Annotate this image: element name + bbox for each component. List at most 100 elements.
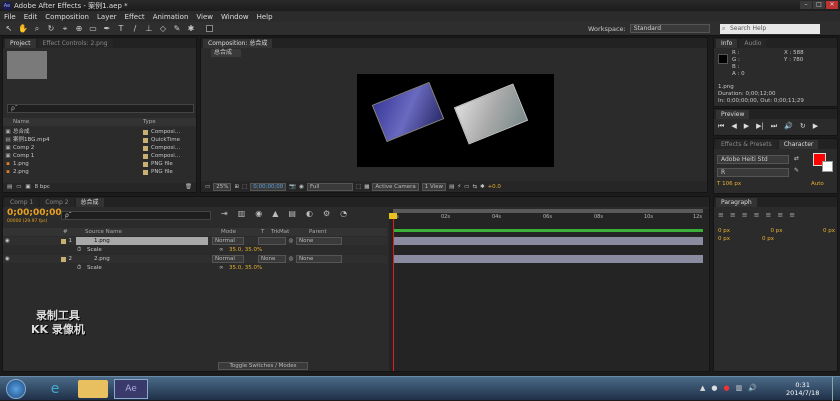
comp-subtab[interactable]: 总合成 bbox=[211, 49, 241, 57]
live-update-icon[interactable]: ▥ bbox=[238, 209, 246, 218]
parent-dropdown[interactable]: None bbox=[296, 255, 342, 263]
indent-left-value[interactable]: 0 px bbox=[718, 227, 730, 235]
justify-center-icon[interactable]: ≡ bbox=[766, 211, 772, 219]
work-area-bar[interactable] bbox=[393, 209, 703, 213]
motion-blur-icon[interactable]: ◐ bbox=[306, 209, 313, 218]
tray-record-icon[interactable]: ● bbox=[724, 384, 730, 392]
tab-audio[interactable]: Audio bbox=[739, 39, 767, 48]
list-item[interactable]: ▣ Comp 2 Composi… bbox=[3, 144, 196, 152]
comp-viewer[interactable] bbox=[357, 74, 554, 167]
image-layer-2[interactable] bbox=[453, 83, 529, 145]
play-icon[interactable]: ▶ bbox=[744, 122, 749, 131]
tab-character[interactable]: Character bbox=[778, 140, 819, 149]
flowchart-icon[interactable]: ⇆ bbox=[472, 184, 477, 190]
audio-icon[interactable]: 🔊 bbox=[784, 122, 793, 131]
pen-tool-icon[interactable]: ✒ bbox=[102, 24, 112, 34]
timeline-search-input[interactable]: ρ˜ bbox=[61, 211, 211, 220]
rotate-tool-icon[interactable]: ↻ bbox=[46, 24, 56, 34]
eyedropper-icon[interactable]: ✎ bbox=[794, 167, 799, 174]
tab-composition[interactable]: Composition: 总合成 bbox=[203, 39, 273, 48]
loop-icon[interactable]: ↻ bbox=[800, 122, 806, 131]
hand-tool-icon[interactable]: ✋ bbox=[18, 24, 28, 34]
trash-icon[interactable]: 🗑 bbox=[185, 183, 192, 192]
new-folder-icon[interactable]: ▭ bbox=[16, 183, 21, 192]
clone-tool-icon[interactable]: ⊥ bbox=[144, 24, 154, 34]
list-item[interactable]: ▪ 2.png PNG file bbox=[3, 168, 196, 176]
prev-frame-icon[interactable]: ◀ bbox=[731, 122, 736, 131]
draft-3d-icon[interactable]: ◉ bbox=[255, 209, 262, 218]
transparency-grid-icon[interactable]: ▦ bbox=[364, 184, 369, 190]
ae-taskbar-icon[interactable]: Ae bbox=[114, 379, 148, 399]
roi-icon[interactable]: ⬚ bbox=[356, 184, 361, 190]
comp-timecode[interactable]: 0;00;00;00 bbox=[250, 182, 287, 191]
layer-row[interactable]: ◉ 2 2.png Normal None ◎ None bbox=[3, 255, 387, 263]
scale-value[interactable]: 35.0, 35.0% bbox=[229, 264, 262, 272]
layer-name-field[interactable]: 1.png bbox=[76, 237, 208, 245]
last-frame-icon[interactable]: ⏭ bbox=[771, 122, 777, 131]
clock-date[interactable]: 2014/7/18 bbox=[786, 389, 819, 397]
text-tool-icon[interactable]: T bbox=[116, 24, 126, 34]
menu-help[interactable]: Help bbox=[257, 13, 273, 21]
justify-left-icon[interactable]: ≡ bbox=[754, 211, 760, 219]
layer-bar-2[interactable] bbox=[393, 255, 703, 263]
playhead[interactable] bbox=[393, 213, 394, 371]
tab-paragraph[interactable]: Paragraph bbox=[716, 198, 757, 207]
trkmat-dropdown[interactable] bbox=[258, 237, 286, 245]
next-frame-icon[interactable]: ▶| bbox=[756, 122, 764, 131]
toggle-pixel-icon[interactable]: ▤ bbox=[449, 184, 454, 190]
menu-file[interactable]: File bbox=[4, 13, 16, 21]
fast-preview-icon[interactable]: ⚡ bbox=[457, 184, 461, 190]
font-dropdown[interactable]: Adobe Heiti Std bbox=[717, 155, 789, 164]
visibility-eye-icon[interactable]: ◉ bbox=[3, 255, 11, 263]
workspace-dropdown[interactable]: Standard bbox=[629, 24, 710, 33]
project-search-input[interactable]: ρ˜ bbox=[7, 104, 194, 113]
indent-first-value[interactable]: 0 px bbox=[823, 227, 835, 235]
selection-tool-icon[interactable]: ↖ bbox=[4, 24, 14, 34]
scale-value[interactable]: 35.0, 35.0% bbox=[229, 246, 262, 254]
start-button[interactable] bbox=[6, 379, 26, 399]
tab-effects-presets[interactable]: Effects & Presets bbox=[716, 140, 777, 149]
tab-project[interactable]: Project bbox=[5, 39, 36, 48]
tab-info[interactable]: Info bbox=[716, 39, 738, 48]
space-after-value[interactable]: 0 px bbox=[762, 235, 774, 243]
new-comp-icon[interactable]: ▣ bbox=[25, 183, 30, 192]
tab-comp-2[interactable]: Comp 2 bbox=[40, 198, 74, 207]
tray-arrow-icon[interactable]: ▲ bbox=[700, 384, 705, 392]
stopwatch-icon[interactable]: ⏱ bbox=[77, 246, 87, 254]
menu-edit[interactable]: Edit bbox=[24, 13, 38, 21]
layer-row[interactable]: ◉ 1 1.png Normal ◎ None bbox=[3, 237, 387, 245]
tab-comp-1[interactable]: Comp 1 bbox=[5, 198, 39, 207]
snapshot-icon[interactable]: 📷 bbox=[289, 184, 296, 190]
explorer-icon[interactable] bbox=[78, 380, 108, 398]
list-item[interactable]: ▪ 1.png PNG file bbox=[3, 160, 196, 168]
align-right-icon[interactable]: ≡ bbox=[742, 211, 748, 219]
layer-property-row[interactable]: ⏱ Scale ∞ 35.0, 35.0% bbox=[3, 246, 387, 254]
exposure-icon[interactable]: ✱ bbox=[480, 184, 485, 190]
menu-window[interactable]: Window bbox=[221, 13, 249, 21]
mode-dropdown[interactable]: Normal bbox=[212, 237, 244, 245]
interpret-icon[interactable]: ▤ bbox=[7, 183, 12, 192]
timeline-icon[interactable]: ▭ bbox=[464, 184, 469, 190]
hide-shy-icon[interactable]: ▲ bbox=[272, 209, 278, 218]
swap-colors-icon[interactable]: ⇄ bbox=[794, 155, 799, 162]
trkmat-dropdown[interactable]: None bbox=[258, 255, 286, 263]
menu-composition[interactable]: Composition bbox=[45, 13, 89, 21]
camera-tool-icon[interactable]: ⌖ bbox=[60, 24, 70, 34]
indent-right-value[interactable]: 0 px bbox=[771, 227, 783, 235]
stroke-color-swatch[interactable] bbox=[822, 161, 833, 172]
resolution-dropdown[interactable]: Full bbox=[306, 182, 353, 191]
tray-app-icon[interactable]: ● bbox=[711, 384, 717, 392]
zoom-tool-icon[interactable]: ⌕ bbox=[32, 24, 42, 34]
close-button[interactable]: ✕ bbox=[826, 1, 838, 9]
composition-mini-flowchart-icon[interactable]: ⇥ bbox=[221, 209, 228, 218]
tab-preview[interactable]: Preview bbox=[716, 110, 750, 119]
tracking-value[interactable]: Auto bbox=[811, 181, 824, 187]
brush-tool-icon[interactable]: / bbox=[130, 24, 140, 34]
search-help-input[interactable]: ⌕ Search Help bbox=[720, 24, 820, 34]
align-left-icon[interactable]: ≡ bbox=[718, 211, 724, 219]
justify-right-icon[interactable]: ≡ bbox=[777, 211, 783, 219]
roto-tool-icon[interactable]: ✎ bbox=[172, 24, 182, 34]
show-desktop-button[interactable] bbox=[832, 377, 840, 401]
brainstorm-icon[interactable]: ⚙ bbox=[323, 209, 330, 218]
mode-dropdown[interactable]: Normal bbox=[212, 255, 244, 263]
